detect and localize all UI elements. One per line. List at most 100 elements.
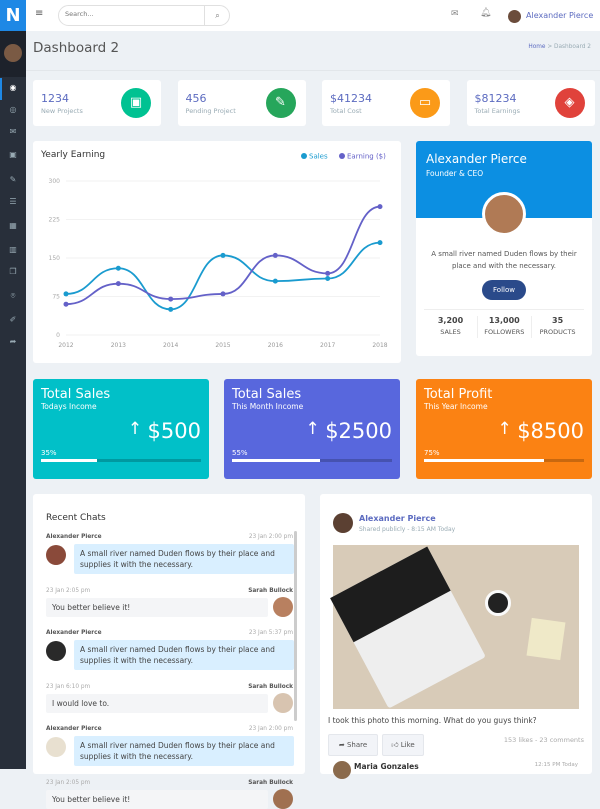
post-author-avatar bbox=[333, 513, 353, 533]
profile-stat-value: 13,000 bbox=[488, 316, 520, 325]
table-icon[interactable]: ☰ bbox=[0, 197, 26, 206]
x-tick-label: 2015 bbox=[215, 342, 230, 349]
page-title: Dashboard 2 bbox=[33, 40, 120, 56]
chat-avatar bbox=[46, 641, 66, 661]
share-icon[interactable]: ➦ bbox=[0, 337, 26, 346]
chat-sender: Sarah Bullock bbox=[248, 684, 293, 690]
summary-percent: 35% bbox=[41, 449, 57, 457]
data-point[interactable] bbox=[220, 252, 226, 258]
logo[interactable]: N bbox=[0, 0, 26, 31]
sticky-note bbox=[526, 617, 566, 661]
copy-icon[interactable]: ❐ bbox=[0, 267, 26, 276]
profile-divider bbox=[424, 309, 584, 310]
like-button[interactable]: 👍︎ Like bbox=[382, 734, 424, 756]
briefcase-icon[interactable]: ▣ bbox=[0, 150, 26, 159]
post-image bbox=[330, 545, 579, 709]
grid-icon[interactable]: ▦ bbox=[0, 221, 26, 230]
breadcrumb: Home > Dashboard 2 bbox=[528, 44, 591, 50]
data-point[interactable] bbox=[168, 296, 174, 302]
data-point[interactable] bbox=[63, 291, 69, 297]
line-chart: 0 75 150 225 300 2012 2013 2014 2015 2016 2017 2018… bbox=[49, 153, 388, 350]
x-tick-label: 2017 bbox=[320, 342, 335, 349]
profile-stat: 3,200 SALES bbox=[424, 316, 477, 338]
summary-title: Total Sales bbox=[232, 387, 302, 402]
summary-card: Total Profit This Year Income ↑ $8500 75% bbox=[416, 379, 592, 479]
profile-name: Alexander Pierce bbox=[426, 152, 527, 166]
y-tick-label: 225 bbox=[49, 217, 61, 224]
legend-label: Earning ($) bbox=[347, 153, 386, 161]
map-pin-icon[interactable]: ⌾ bbox=[0, 291, 26, 301]
chat-time: 23 Jan 2:05 pm bbox=[46, 588, 91, 594]
chat-time: 23 Jan 5:37 pm bbox=[248, 630, 293, 636]
thumbs-up-icon: 👍︎ bbox=[391, 741, 401, 749]
search-button[interactable]: ⌕ bbox=[204, 6, 230, 25]
summary-value: ↑ $8500 bbox=[497, 419, 584, 443]
y-tick-label: 300 bbox=[49, 178, 61, 185]
briefcase-icon: ▣ bbox=[121, 88, 151, 118]
brush-icon[interactable]: ✐ bbox=[0, 315, 26, 324]
chat-avatar bbox=[46, 545, 66, 565]
summary-value: ↑ $500 bbox=[127, 419, 201, 443]
summary-title: Total Sales bbox=[41, 387, 111, 402]
breadcrumb-home[interactable]: Home bbox=[528, 44, 545, 50]
data-point[interactable] bbox=[377, 204, 383, 210]
data-point[interactable] bbox=[272, 278, 278, 284]
wallet-icon: ▭ bbox=[410, 88, 440, 118]
chat-avatar bbox=[273, 597, 293, 617]
summary-subtitle: Todays Income bbox=[41, 402, 97, 411]
data-point[interactable] bbox=[63, 301, 69, 307]
profile-stat-value: 35 bbox=[552, 316, 564, 325]
data-point[interactable] bbox=[325, 276, 331, 282]
target-icon[interactable]: ◎ bbox=[0, 105, 26, 114]
chat-message: A small river named Duden flows by their… bbox=[74, 736, 294, 766]
pencil-icon: ✎ bbox=[265, 88, 296, 118]
menu-toggle-icon[interactable]: ≡ bbox=[35, 8, 43, 19]
legend-label: Sales bbox=[309, 153, 328, 161]
dashboard-icon[interactable]: ◉ bbox=[0, 83, 26, 92]
topbar: ≡ ⌕ ✉ 🔔︎ Alexander Pierce bbox=[26, 0, 600, 31]
profile-role: Founder & CEO bbox=[426, 169, 484, 178]
comment-avatar bbox=[333, 761, 351, 779]
avatar[interactable] bbox=[4, 44, 22, 62]
mail-icon[interactable]: ✉ bbox=[451, 9, 459, 19]
summary-percent: 55% bbox=[232, 449, 248, 457]
yearly-earning-card: Yearly Earning 0 75 150 225 300 2012 2013 2014 2… bbox=[33, 141, 401, 363]
data-point[interactable] bbox=[115, 281, 121, 287]
post-meta: Shared publicly - 8:15 AM Today bbox=[359, 526, 456, 533]
follow-button[interactable]: Follow bbox=[482, 280, 526, 300]
profile-stat-label: PRODUCTS bbox=[539, 328, 576, 336]
stat-card: $41234 Total Cost ▭ bbox=[322, 80, 450, 126]
sidebar-user[interactable] bbox=[0, 31, 26, 77]
summary-subtitle: This Month Income bbox=[232, 402, 304, 411]
arrow-up-icon: ↑ bbox=[127, 419, 148, 439]
bell-icon[interactable]: 🔔︎ bbox=[480, 8, 491, 18]
stat-label: New Projects bbox=[41, 107, 83, 115]
x-tick-label: 2018 bbox=[372, 342, 387, 349]
share-button[interactable]: ➦ Share bbox=[328, 734, 378, 756]
summary-value: ↑ $2500 bbox=[305, 419, 392, 443]
coffee-cup bbox=[485, 590, 511, 616]
search-input[interactable] bbox=[65, 10, 200, 18]
y-tick-label: 150 bbox=[49, 255, 61, 262]
chat-sender: Alexander Pierce bbox=[46, 630, 102, 636]
post-author[interactable]: Alexander Pierce bbox=[359, 514, 436, 523]
mail-icon[interactable]: ✉ bbox=[0, 127, 26, 136]
data-point[interactable] bbox=[220, 291, 226, 297]
x-tick-label: 2012 bbox=[58, 342, 73, 349]
data-point[interactable] bbox=[115, 265, 121, 271]
data-point[interactable] bbox=[325, 270, 331, 276]
user-name[interactable]: Alexander Pierce bbox=[526, 11, 593, 20]
comment-time: 12:15 PM Today bbox=[534, 762, 578, 768]
stat-card: 456 Pending Project ✎ bbox=[177, 80, 306, 126]
data-point[interactable] bbox=[272, 252, 278, 258]
data-point[interactable] bbox=[168, 306, 174, 312]
user-avatar[interactable] bbox=[508, 10, 521, 23]
progress-bar bbox=[41, 459, 201, 462]
data-point[interactable] bbox=[377, 240, 383, 246]
chat-scrollbar[interactable] bbox=[294, 531, 297, 721]
breadcrumb-separator: > bbox=[547, 44, 553, 50]
breadcrumb-current: Dashboard 2 bbox=[554, 44, 591, 50]
chart-icon[interactable]: ▥ bbox=[0, 245, 26, 254]
edit-icon[interactable]: ✎ bbox=[0, 175, 26, 184]
profile-stat-value: 3,200 bbox=[437, 316, 464, 325]
